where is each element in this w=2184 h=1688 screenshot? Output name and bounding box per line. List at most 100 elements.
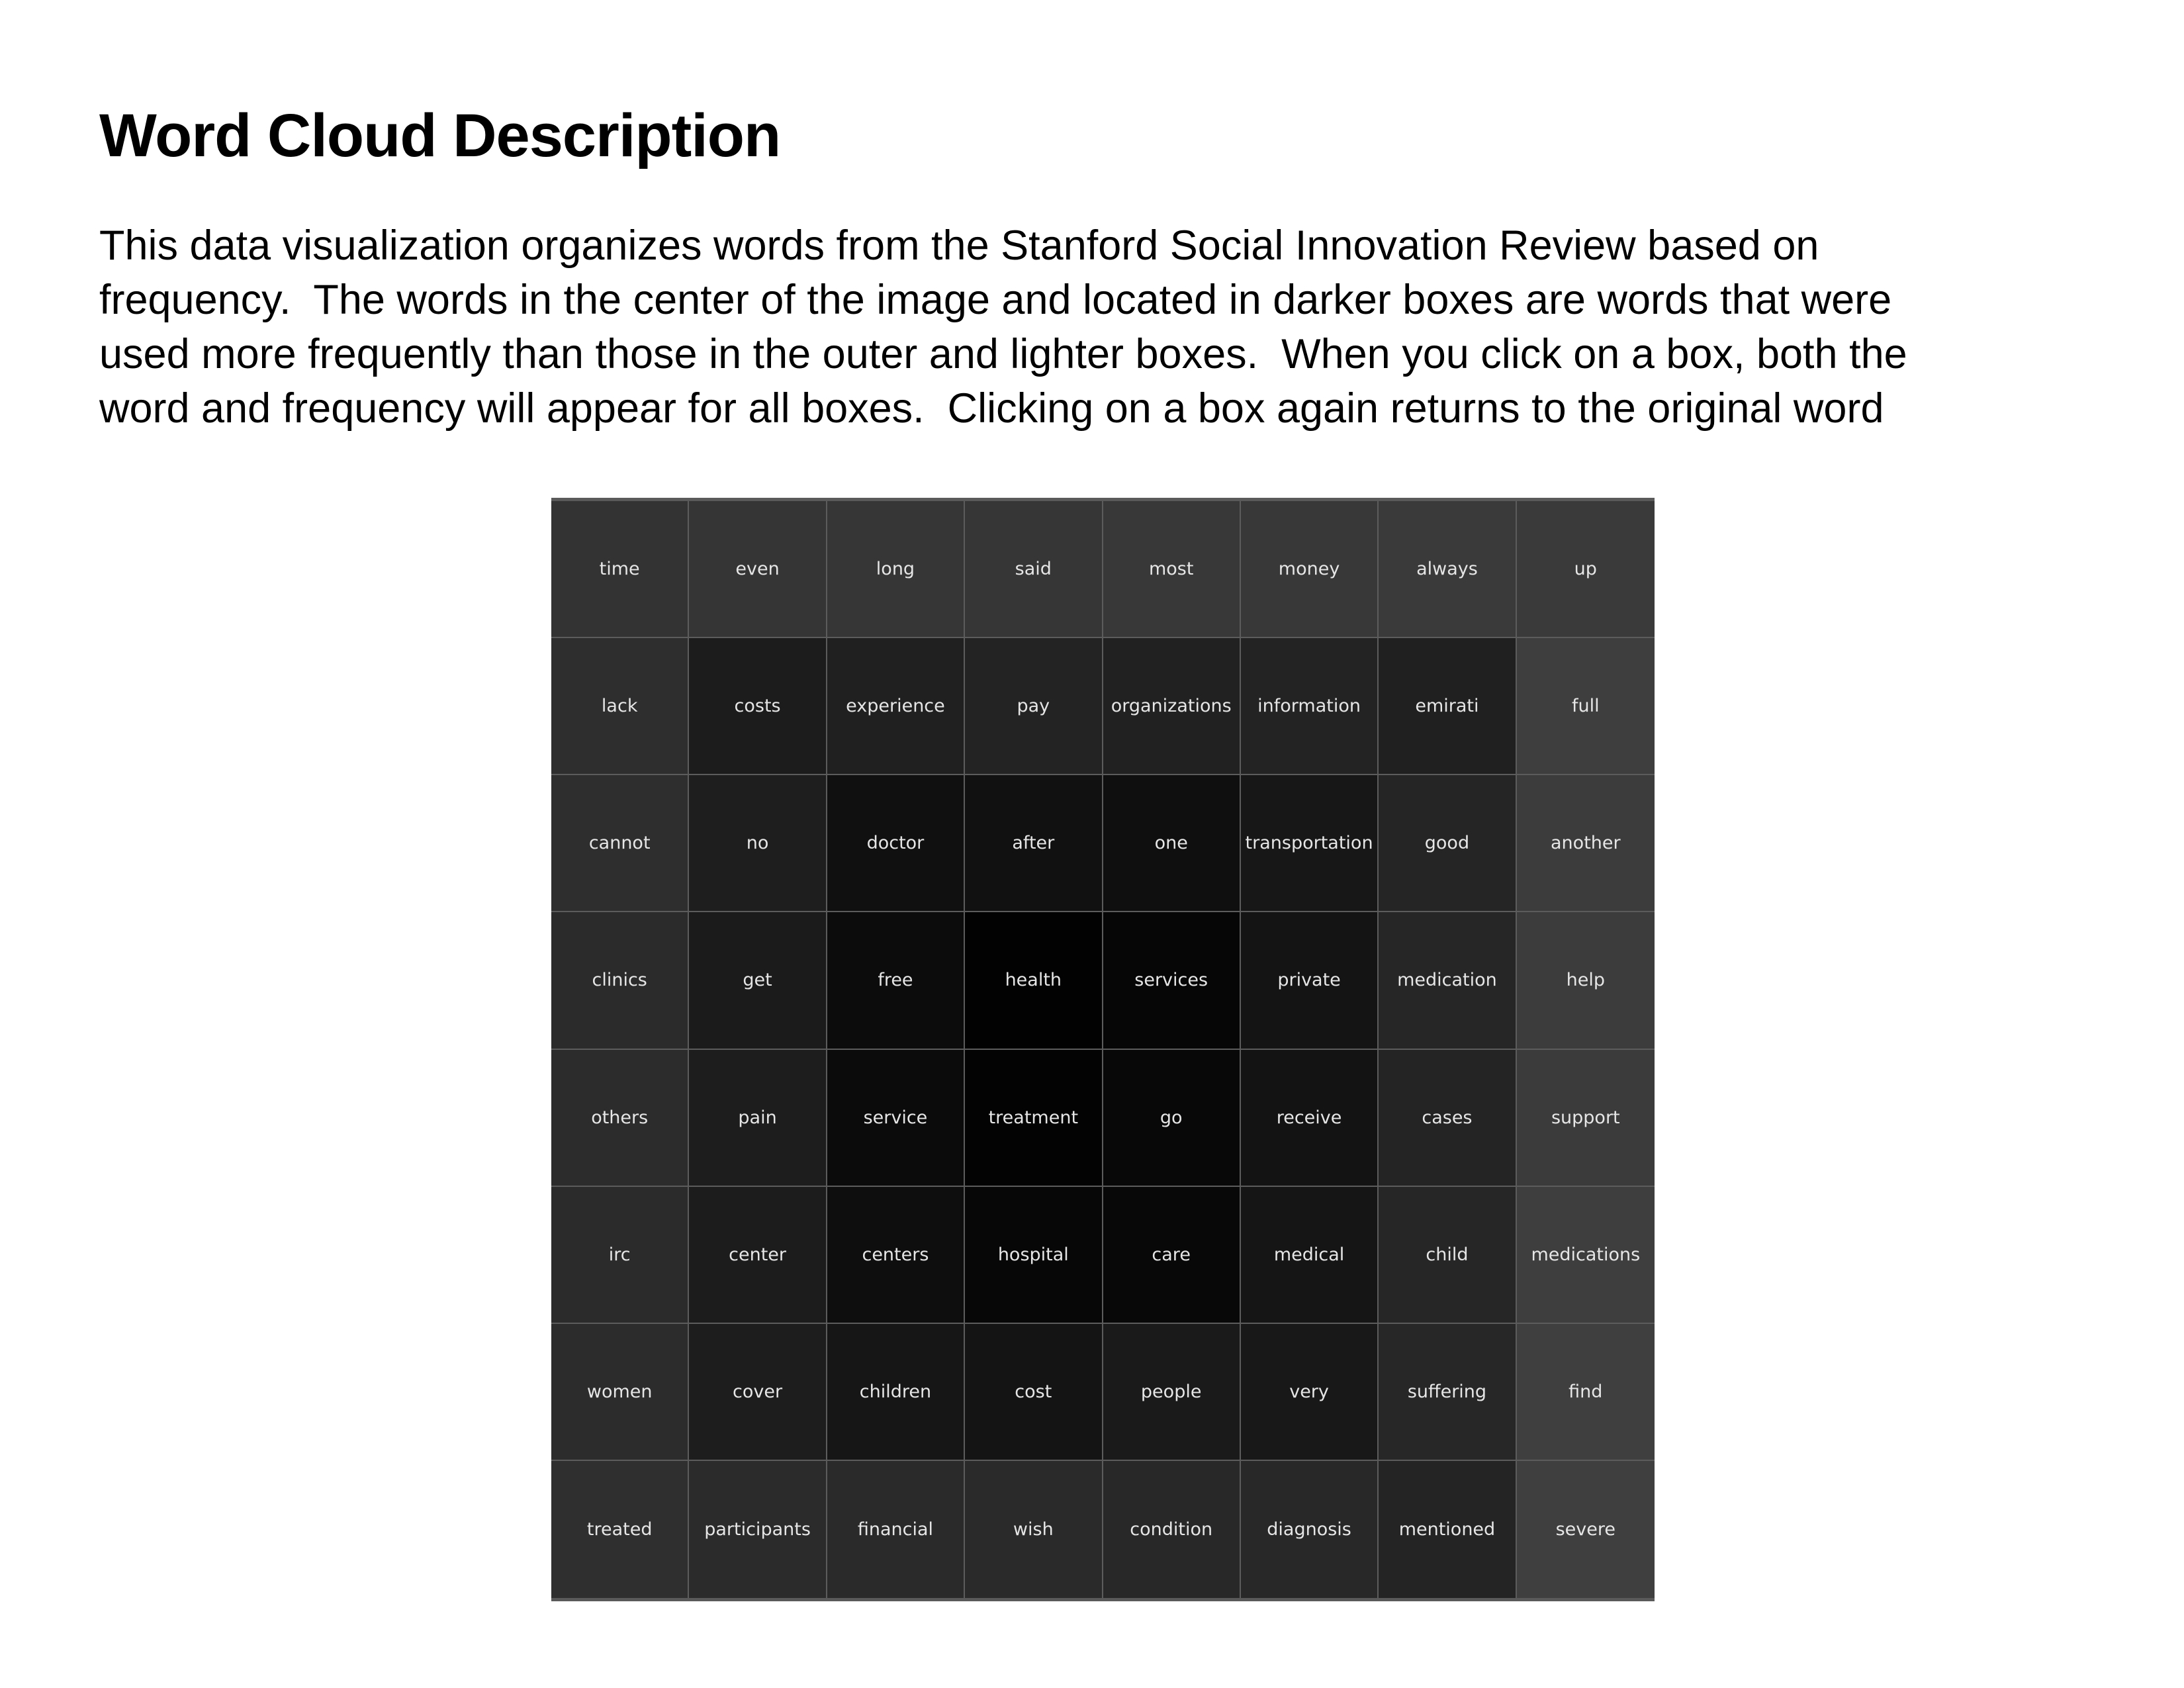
word-box[interactable]: services (1103, 912, 1241, 1050)
word-box[interactable]: help (1516, 912, 1655, 1050)
word-box[interactable]: diagnosis (1240, 1460, 1379, 1598)
word-label: doctor (866, 833, 925, 854)
word-box[interactable]: hospital (965, 1186, 1103, 1324)
word-label: money (1278, 559, 1340, 580)
word-label: receive (1276, 1107, 1342, 1128)
word-box[interactable]: children (827, 1323, 966, 1461)
word-box[interactable]: pain (689, 1049, 827, 1187)
word-box[interactable]: up (1516, 501, 1655, 639)
word-label: no (746, 833, 769, 854)
word-label: service (863, 1107, 928, 1128)
word-box[interactable]: people (1103, 1323, 1241, 1461)
word-label: diagnosis (1267, 1519, 1351, 1540)
word-label: health (1005, 970, 1062, 991)
word-label: irc (608, 1244, 631, 1265)
word-box[interactable]: free (827, 912, 966, 1050)
word-box[interactable]: very (1240, 1323, 1379, 1461)
word-box[interactable]: cases (1379, 1049, 1517, 1187)
description-line: used more frequently than those in the o… (99, 331, 1907, 377)
word-box[interactable]: center (689, 1186, 827, 1324)
word-box[interactable]: private (1240, 912, 1379, 1050)
word-box[interactable]: cost (965, 1323, 1103, 1461)
word-box[interactable]: organizations (1103, 638, 1241, 776)
word-label: medication (1397, 970, 1497, 991)
word-label: child (1426, 1244, 1469, 1265)
word-box[interactable]: one (1103, 775, 1241, 913)
word-box[interactable]: suffering (1379, 1323, 1517, 1461)
word-label: centers (862, 1244, 929, 1265)
word-label: full (1572, 696, 1600, 717)
word-box[interactable]: always (1379, 501, 1517, 639)
word-box[interactable]: child (1379, 1186, 1517, 1324)
word-label: pain (738, 1107, 777, 1128)
word-box[interactable]: transportation (1240, 775, 1379, 913)
word-box[interactable]: find (1516, 1323, 1655, 1461)
word-label: medications (1531, 1244, 1641, 1265)
word-box[interactable]: no (689, 775, 827, 913)
word-box[interactable]: receive (1240, 1049, 1379, 1187)
word-label: costs (734, 696, 781, 717)
word-label: go (1160, 1107, 1183, 1128)
word-box[interactable]: said (965, 501, 1103, 639)
word-box[interactable]: condition (1103, 1460, 1241, 1598)
word-label: treated (586, 1519, 653, 1540)
word-box[interactable]: long (827, 501, 966, 639)
word-box[interactable]: most (1103, 501, 1241, 639)
word-box[interactable]: costs (689, 638, 827, 776)
word-box[interactable]: money (1240, 501, 1379, 639)
word-box[interactable]: treated (551, 1460, 690, 1598)
word-box[interactable]: cover (689, 1323, 827, 1461)
word-box[interactable]: medical (1240, 1186, 1379, 1324)
word-label: cover (733, 1381, 783, 1402)
word-label: free (878, 970, 913, 991)
word-label: up (1574, 559, 1597, 580)
word-label: transportation (1245, 833, 1373, 854)
word-box[interactable]: support (1516, 1049, 1655, 1187)
word-box[interactable]: treatment (965, 1049, 1103, 1187)
word-label: good (1424, 833, 1470, 854)
word-box[interactable]: full (1516, 638, 1655, 776)
word-label: services (1134, 970, 1208, 991)
word-box[interactable]: time (551, 501, 690, 639)
word-label: lack (601, 696, 638, 717)
word-box[interactable]: mentioned (1379, 1460, 1517, 1598)
word-box[interactable]: another (1516, 775, 1655, 913)
word-box[interactable]: others (551, 1049, 690, 1187)
word-label: after (1012, 833, 1055, 854)
word-box[interactable]: health (965, 912, 1103, 1050)
word-box[interactable]: information (1240, 638, 1379, 776)
word-box[interactable]: experience (827, 638, 966, 776)
word-box[interactable]: medication (1379, 912, 1517, 1050)
word-box[interactable]: lack (551, 638, 690, 776)
word-label: get (743, 970, 772, 991)
word-label: support (1551, 1107, 1620, 1128)
word-box[interactable]: get (689, 912, 827, 1050)
word-label: condition (1130, 1519, 1213, 1540)
word-box[interactable]: participants (689, 1460, 827, 1598)
word-box[interactable]: go (1103, 1049, 1241, 1187)
word-box[interactable]: financial (827, 1460, 966, 1598)
word-box[interactable]: severe (1516, 1460, 1655, 1598)
word-label: time (599, 559, 640, 580)
word-box[interactable]: emirati (1379, 638, 1517, 776)
word-box[interactable]: pay (965, 638, 1103, 776)
word-box[interactable]: clinics (551, 912, 690, 1050)
word-box[interactable]: doctor (827, 775, 966, 913)
word-box[interactable]: centers (827, 1186, 966, 1324)
word-label: medical (1273, 1244, 1345, 1265)
word-label: treatment (988, 1107, 1079, 1128)
word-box[interactable]: even (689, 501, 827, 639)
word-label: experience (846, 696, 945, 717)
word-box[interactable]: women (551, 1323, 690, 1461)
word-box[interactable]: good (1379, 775, 1517, 913)
word-label: others (591, 1107, 649, 1128)
word-label: said (1015, 559, 1052, 580)
word-box[interactable]: medications (1516, 1186, 1655, 1324)
word-box[interactable]: irc (551, 1186, 690, 1324)
word-label: find (1569, 1381, 1603, 1402)
word-box[interactable]: care (1103, 1186, 1241, 1324)
word-box[interactable]: wish (965, 1460, 1103, 1598)
word-box[interactable]: cannot (551, 775, 690, 913)
word-box[interactable]: service (827, 1049, 966, 1187)
word-box[interactable]: after (965, 775, 1103, 913)
